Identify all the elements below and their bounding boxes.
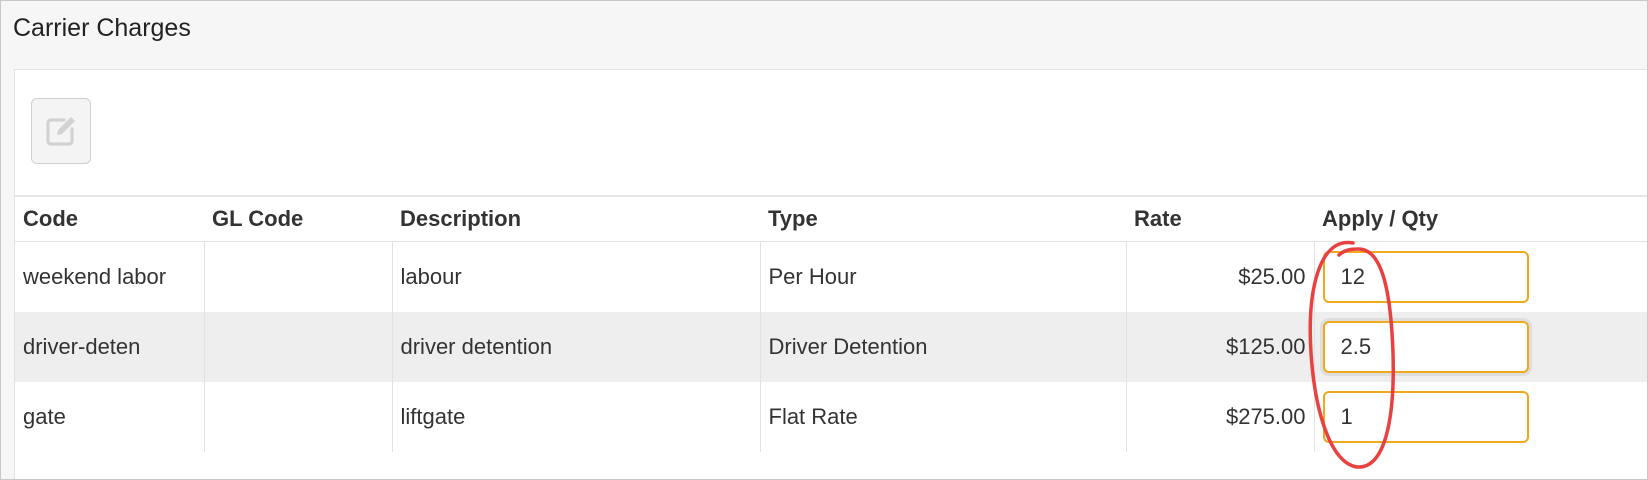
carrier-charges-panel: Carrier Charges Code GL Code Description…: [0, 0, 1648, 480]
column-header-rate[interactable]: Rate: [1126, 197, 1314, 242]
cell-rate: $25.00: [1125, 241, 1314, 312]
cell-gl-code: [203, 382, 392, 452]
edit-icon: [46, 117, 75, 146]
cell-gl-code: [203, 241, 392, 312]
column-header-type[interactable]: Type: [760, 197, 1126, 242]
qty-input[interactable]: [1322, 251, 1529, 303]
column-header-code[interactable]: Code: [15, 197, 204, 242]
cell-code: weekend labor: [23, 264, 167, 289]
cell-gl-code: [203, 312, 392, 382]
cell-rate: $125.00: [1125, 312, 1314, 382]
edit-button[interactable]: [31, 98, 91, 164]
charges-table: Code GL Code Description Type Rate Apply…: [15, 197, 1647, 452]
cell-apply-qty: [1313, 312, 1647, 382]
column-header-apply-qty[interactable]: Apply / Qty: [1314, 197, 1647, 242]
panel-title: Carrier Charges: [13, 14, 191, 42]
cell-description: liftgate: [391, 382, 760, 452]
cell-rate: $275.00: [1125, 382, 1314, 452]
cell-type: Flat Rate: [759, 382, 1126, 452]
cell-code: driver-deten: [15, 312, 204, 382]
table-row[interactable]: weekend labor labour Per Hour $25.00: [15, 241, 1647, 312]
cell-type: Driver Detention: [759, 312, 1126, 382]
cell-code: gate: [23, 404, 66, 429]
table-header-row: Code GL Code Description Type Rate Apply…: [15, 197, 1647, 242]
column-header-gl-code[interactable]: GL Code: [204, 197, 392, 242]
column-header-description[interactable]: Description: [392, 197, 760, 242]
cell-apply-qty: [1313, 241, 1647, 312]
cell-description: labour: [391, 241, 760, 312]
qty-input[interactable]: [1322, 321, 1529, 373]
table-row[interactable]: gate liftgate Flat Rate $275.00: [15, 382, 1647, 452]
cell-type: Per Hour: [759, 241, 1126, 312]
cell-apply-qty: [1313, 382, 1647, 452]
panel-body: Code GL Code Description Type Rate Apply…: [14, 69, 1647, 479]
qty-input[interactable]: [1322, 391, 1529, 443]
cell-description: driver detention: [391, 312, 760, 382]
table-row[interactable]: driver-deten driver detention Driver Det…: [15, 312, 1647, 382]
